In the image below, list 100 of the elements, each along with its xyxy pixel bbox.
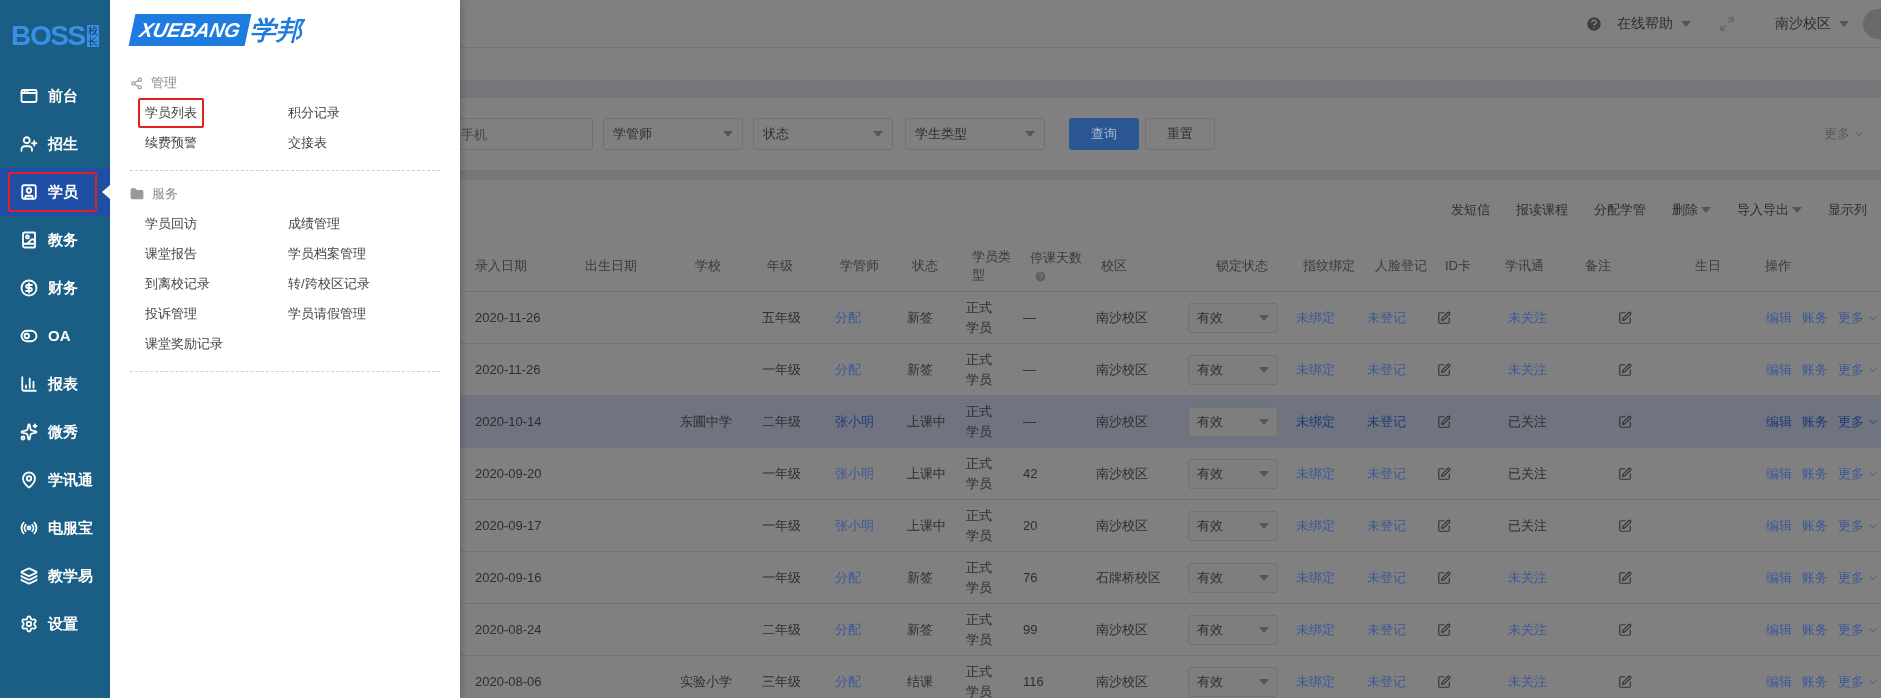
phone-field[interactable]: 手机: [460, 118, 593, 150]
edit-icon[interactable]: [1618, 362, 1632, 377]
edit-icon[interactable]: [1618, 466, 1632, 481]
table-row[interactable]: 2020-10-14 东圃中学 二年级 张小明 上课中 正式学员 — 南沙校区 有效 未绑定 未登记 已关注 编辑 账务 更多: [460, 396, 1881, 448]
help-icon[interactable]: [1585, 14, 1603, 33]
filter-select[interactable]: 学生类型: [905, 118, 1045, 150]
toolbar-button[interactable]: 显示列: [1828, 200, 1867, 220]
sidebar-item[interactable]: 电服宝: [8, 508, 97, 548]
lock-select[interactable]: 有效: [1188, 510, 1278, 541]
toolbar-button[interactable]: 删除: [1672, 200, 1711, 220]
action-link[interactable]: 账务: [1802, 359, 1828, 380]
lock-select[interactable]: 有效: [1188, 458, 1278, 489]
menu-link[interactable]: 交接表: [281, 128, 334, 158]
edit-icon[interactable]: [1618, 518, 1632, 533]
face-link[interactable]: 未登记: [1367, 463, 1406, 484]
action-link[interactable]: 编辑: [1766, 411, 1792, 432]
action-link[interactable]: 编辑: [1766, 671, 1792, 692]
action-link[interactable]: 更多: [1838, 359, 1879, 380]
table-row[interactable]: 2020-08-06 实验小学 三年级 分配 结课 正式学员 116 南沙校区 有效 未绑定 未登记 未关注 编辑 账务 更多: [460, 656, 1881, 698]
action-link[interactable]: 更多: [1838, 307, 1879, 328]
sidebar-item[interactable]: 教务: [8, 220, 97, 260]
edit-icon[interactable]: [1437, 674, 1451, 689]
action-link[interactable]: 编辑: [1766, 567, 1792, 588]
sidebar-item[interactable]: 设置: [8, 604, 97, 644]
manager-link[interactable]: 分配: [835, 307, 861, 328]
action-link[interactable]: 编辑: [1766, 359, 1792, 380]
fingerprint-link[interactable]: 未绑定: [1296, 463, 1335, 484]
sidebar-item[interactable]: OA: [8, 316, 97, 356]
fingerprint-link[interactable]: 未绑定: [1296, 515, 1335, 536]
sidebar-item[interactable]: 教学易: [8, 556, 97, 596]
campus-menu[interactable]: 南沙校区: [1775, 13, 1849, 34]
filter-select[interactable]: 状态: [753, 118, 893, 150]
menu-link[interactable]: 投诉管理: [138, 299, 204, 329]
face-link[interactable]: 未登记: [1367, 359, 1406, 380]
lock-select[interactable]: 有效: [1188, 406, 1278, 437]
help-menu[interactable]: 在线帮助: [1617, 13, 1691, 34]
face-link[interactable]: 未登记: [1367, 567, 1406, 588]
fingerprint-link[interactable]: 未绑定: [1296, 307, 1335, 328]
sidebar-item[interactable]: 招生: [8, 124, 97, 164]
edit-icon[interactable]: [1618, 414, 1632, 429]
wechat-status[interactable]: 未关注: [1508, 671, 1547, 692]
menu-link[interactable]: 课堂报告: [138, 239, 204, 269]
fingerprint-link[interactable]: 未绑定: [1296, 411, 1335, 432]
manager-link[interactable]: 分配: [835, 671, 861, 692]
action-link[interactable]: 更多: [1838, 515, 1879, 536]
search-button[interactable]: 查询: [1069, 118, 1139, 150]
action-link[interactable]: 账务: [1802, 619, 1828, 640]
edit-icon[interactable]: [1618, 310, 1632, 325]
menu-link[interactable]: 学员请假管理: [281, 299, 373, 329]
manager-link[interactable]: 张小明: [835, 515, 874, 536]
edit-icon[interactable]: [1437, 466, 1451, 481]
menu-link[interactable]: 转/跨校区记录: [281, 269, 377, 299]
action-link[interactable]: 编辑: [1766, 515, 1792, 536]
toolbar-button[interactable]: 分配学管: [1594, 200, 1646, 220]
wechat-status[interactable]: 未关注: [1508, 307, 1547, 328]
manager-link[interactable]: 分配: [835, 567, 861, 588]
menu-link[interactable]: 课堂奖励记录: [138, 329, 230, 359]
action-link[interactable]: 账务: [1802, 515, 1828, 536]
face-link[interactable]: 未登记: [1367, 515, 1406, 536]
toolbar-button[interactable]: 导入导出: [1737, 200, 1802, 220]
edit-icon[interactable]: [1618, 674, 1632, 689]
lock-select[interactable]: 有效: [1188, 614, 1278, 645]
menu-link[interactable]: 学员列表: [138, 98, 204, 128]
table-row[interactable]: 2020-08-24 二年级 分配 新签 正式学员 99 南沙校区 有效 未绑定 未登记 未关注 编辑 账务 更多: [460, 604, 1881, 656]
sidebar-item[interactable]: 学员: [8, 172, 97, 212]
action-link[interactable]: 更多: [1838, 619, 1879, 640]
edit-icon[interactable]: [1618, 622, 1632, 637]
sidebar-item[interactable]: 财务: [8, 268, 97, 308]
toolbar-button[interactable]: 报读课程: [1516, 200, 1568, 220]
manager-link[interactable]: 分配: [835, 359, 861, 380]
action-link[interactable]: 编辑: [1766, 619, 1792, 640]
sidebar-item[interactable]: 报表: [8, 364, 97, 404]
face-link[interactable]: 未登记: [1367, 671, 1406, 692]
lock-select[interactable]: 有效: [1188, 302, 1278, 333]
edit-icon[interactable]: [1437, 570, 1451, 585]
lock-select[interactable]: 有效: [1188, 354, 1278, 385]
edit-icon[interactable]: [1437, 310, 1451, 325]
fingerprint-link[interactable]: 未绑定: [1296, 671, 1335, 692]
action-link[interactable]: 编辑: [1766, 307, 1792, 328]
menu-link[interactable]: 学员档案管理: [281, 239, 373, 269]
action-link[interactable]: 更多: [1838, 463, 1879, 484]
action-link[interactable]: 账务: [1802, 463, 1828, 484]
face-link[interactable]: 未登记: [1367, 307, 1406, 328]
edit-icon[interactable]: [1437, 622, 1451, 637]
fingerprint-link[interactable]: 未绑定: [1296, 567, 1335, 588]
action-link[interactable]: 更多: [1838, 567, 1879, 588]
wechat-status[interactable]: 未关注: [1508, 619, 1547, 640]
lock-select[interactable]: 有效: [1188, 666, 1278, 697]
menu-link[interactable]: 成绩管理: [281, 209, 347, 239]
fingerprint-link[interactable]: 未绑定: [1296, 619, 1335, 640]
action-link[interactable]: 账务: [1802, 307, 1828, 328]
wechat-status[interactable]: 未关注: [1508, 567, 1547, 588]
reset-button[interactable]: 重置: [1145, 118, 1215, 150]
lock-select[interactable]: 有效: [1188, 562, 1278, 593]
table-row[interactable]: 2020-11-26 五年级 分配 新签 正式学员 — 南沙校区 有效 未绑定 未登记 未关注 编辑 账务 更多: [460, 292, 1881, 344]
edit-icon[interactable]: [1437, 414, 1451, 429]
filter-select[interactable]: 学管师: [603, 118, 743, 150]
manager-link[interactable]: 张小明: [835, 463, 874, 484]
sidebar-item[interactable]: 微秀: [8, 412, 97, 452]
sidebar-item[interactable]: 前台: [8, 76, 97, 116]
